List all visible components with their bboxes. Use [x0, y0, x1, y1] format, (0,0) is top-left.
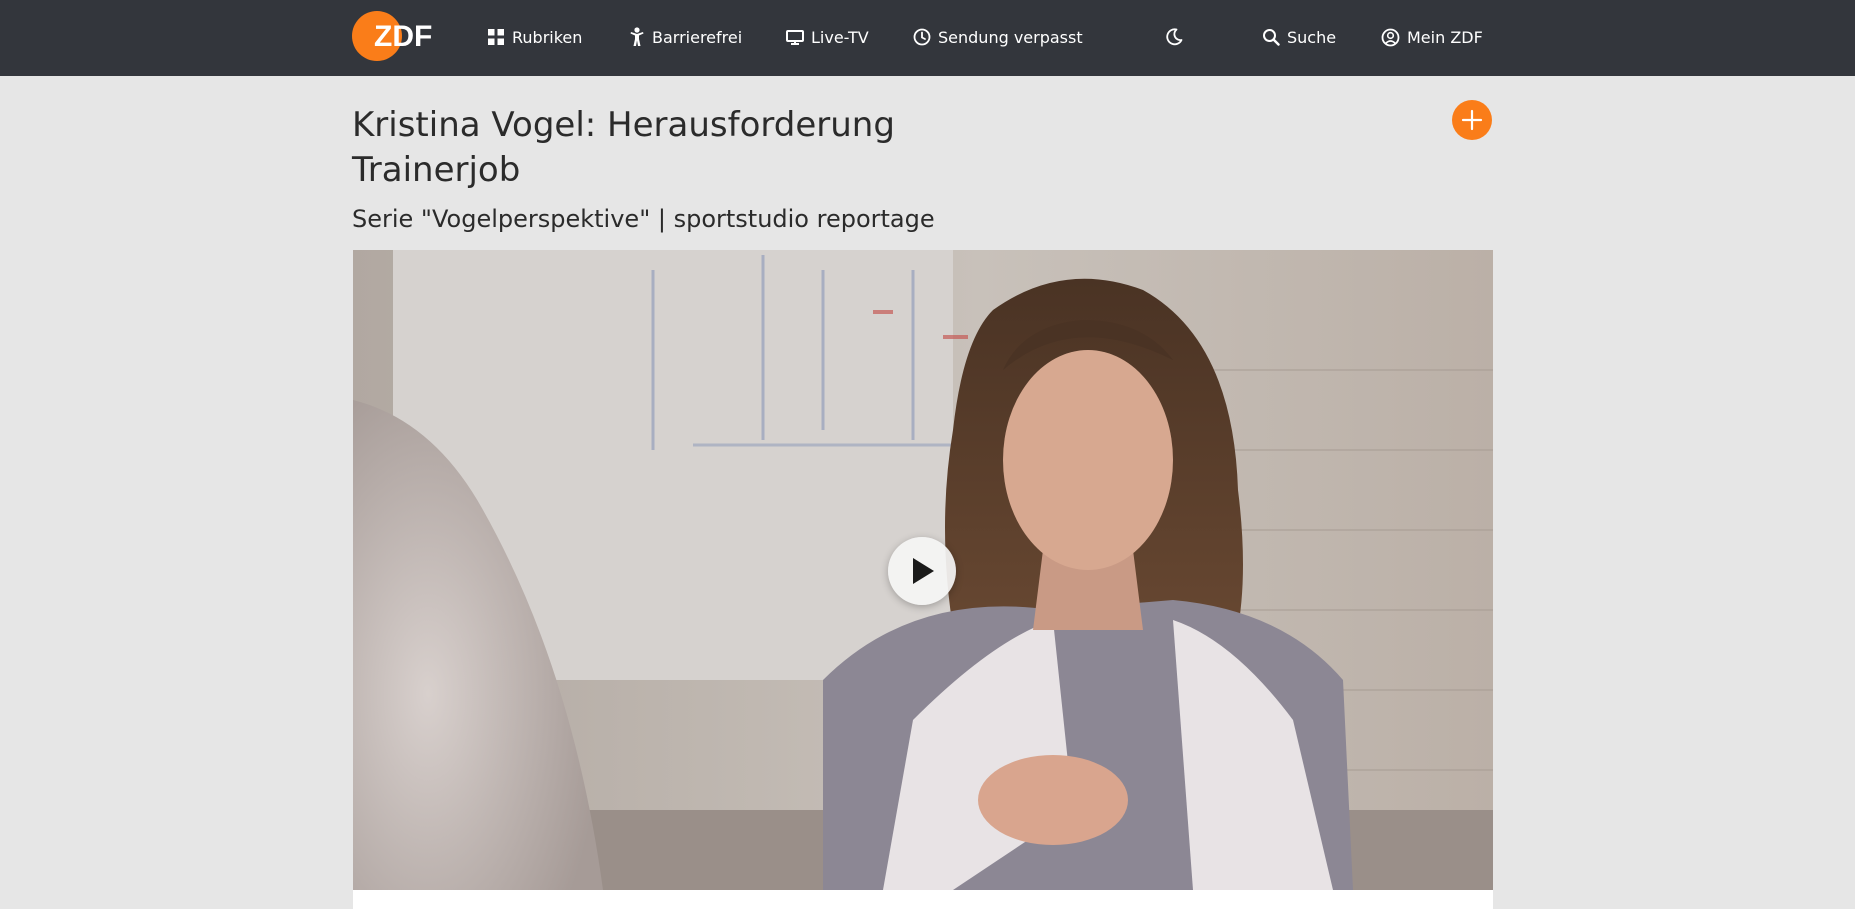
top-navigation-bar: ZDF Rubriken Barrierefrei Live-TV Sendun…	[0, 0, 1855, 76]
nav-mein-zdf-label: Mein ZDF	[1407, 27, 1483, 47]
nav-barrierefrei-label: Barrierefrei	[652, 27, 743, 47]
nav-live-tv[interactable]: Live-TV	[786, 23, 869, 51]
nav-sendung-verpasst-label: Sendung verpasst	[938, 27, 1083, 47]
theme-toggle-button[interactable]	[1164, 23, 1191, 51]
tv-icon	[786, 29, 804, 45]
play-icon	[913, 558, 934, 584]
nav-suche-label: Suche	[1287, 27, 1337, 47]
nav-live-tv-label: Live-TV	[811, 27, 869, 47]
video-player[interactable]	[353, 250, 1493, 890]
zdf-logo-z: ZDF	[374, 20, 432, 53]
add-to-list-button[interactable]	[1452, 100, 1492, 140]
plus-icon	[1461, 109, 1483, 131]
zdf-logo[interactable]: ZDF	[352, 11, 438, 61]
user-circle-icon	[1381, 28, 1400, 46]
clock-icon	[913, 28, 931, 46]
nav-mein-zdf[interactable]: Mein ZDF	[1381, 23, 1483, 51]
video-info-panel	[353, 890, 1493, 909]
nav-rubriken[interactable]: Rubriken	[487, 23, 582, 51]
accessibility-icon	[630, 27, 644, 46]
nav-rubriken-label: Rubriken	[512, 27, 583, 47]
nav-sendung-verpasst[interactable]: Sendung verpasst	[913, 23, 1083, 51]
page-subtitle: Serie "Vogelperspektive" | sportstudio r…	[352, 205, 935, 233]
nav-suche[interactable]: Suche	[1262, 23, 1336, 51]
grid-icon	[488, 29, 504, 45]
page-title: Kristina Vogel: Herausforderung Trainerj…	[352, 105, 895, 190]
search-icon	[1263, 29, 1280, 46]
play-button[interactable]	[888, 537, 956, 605]
nav-barrierefrei[interactable]: Barrierefrei	[629, 23, 742, 51]
moon-icon	[1166, 28, 1183, 46]
